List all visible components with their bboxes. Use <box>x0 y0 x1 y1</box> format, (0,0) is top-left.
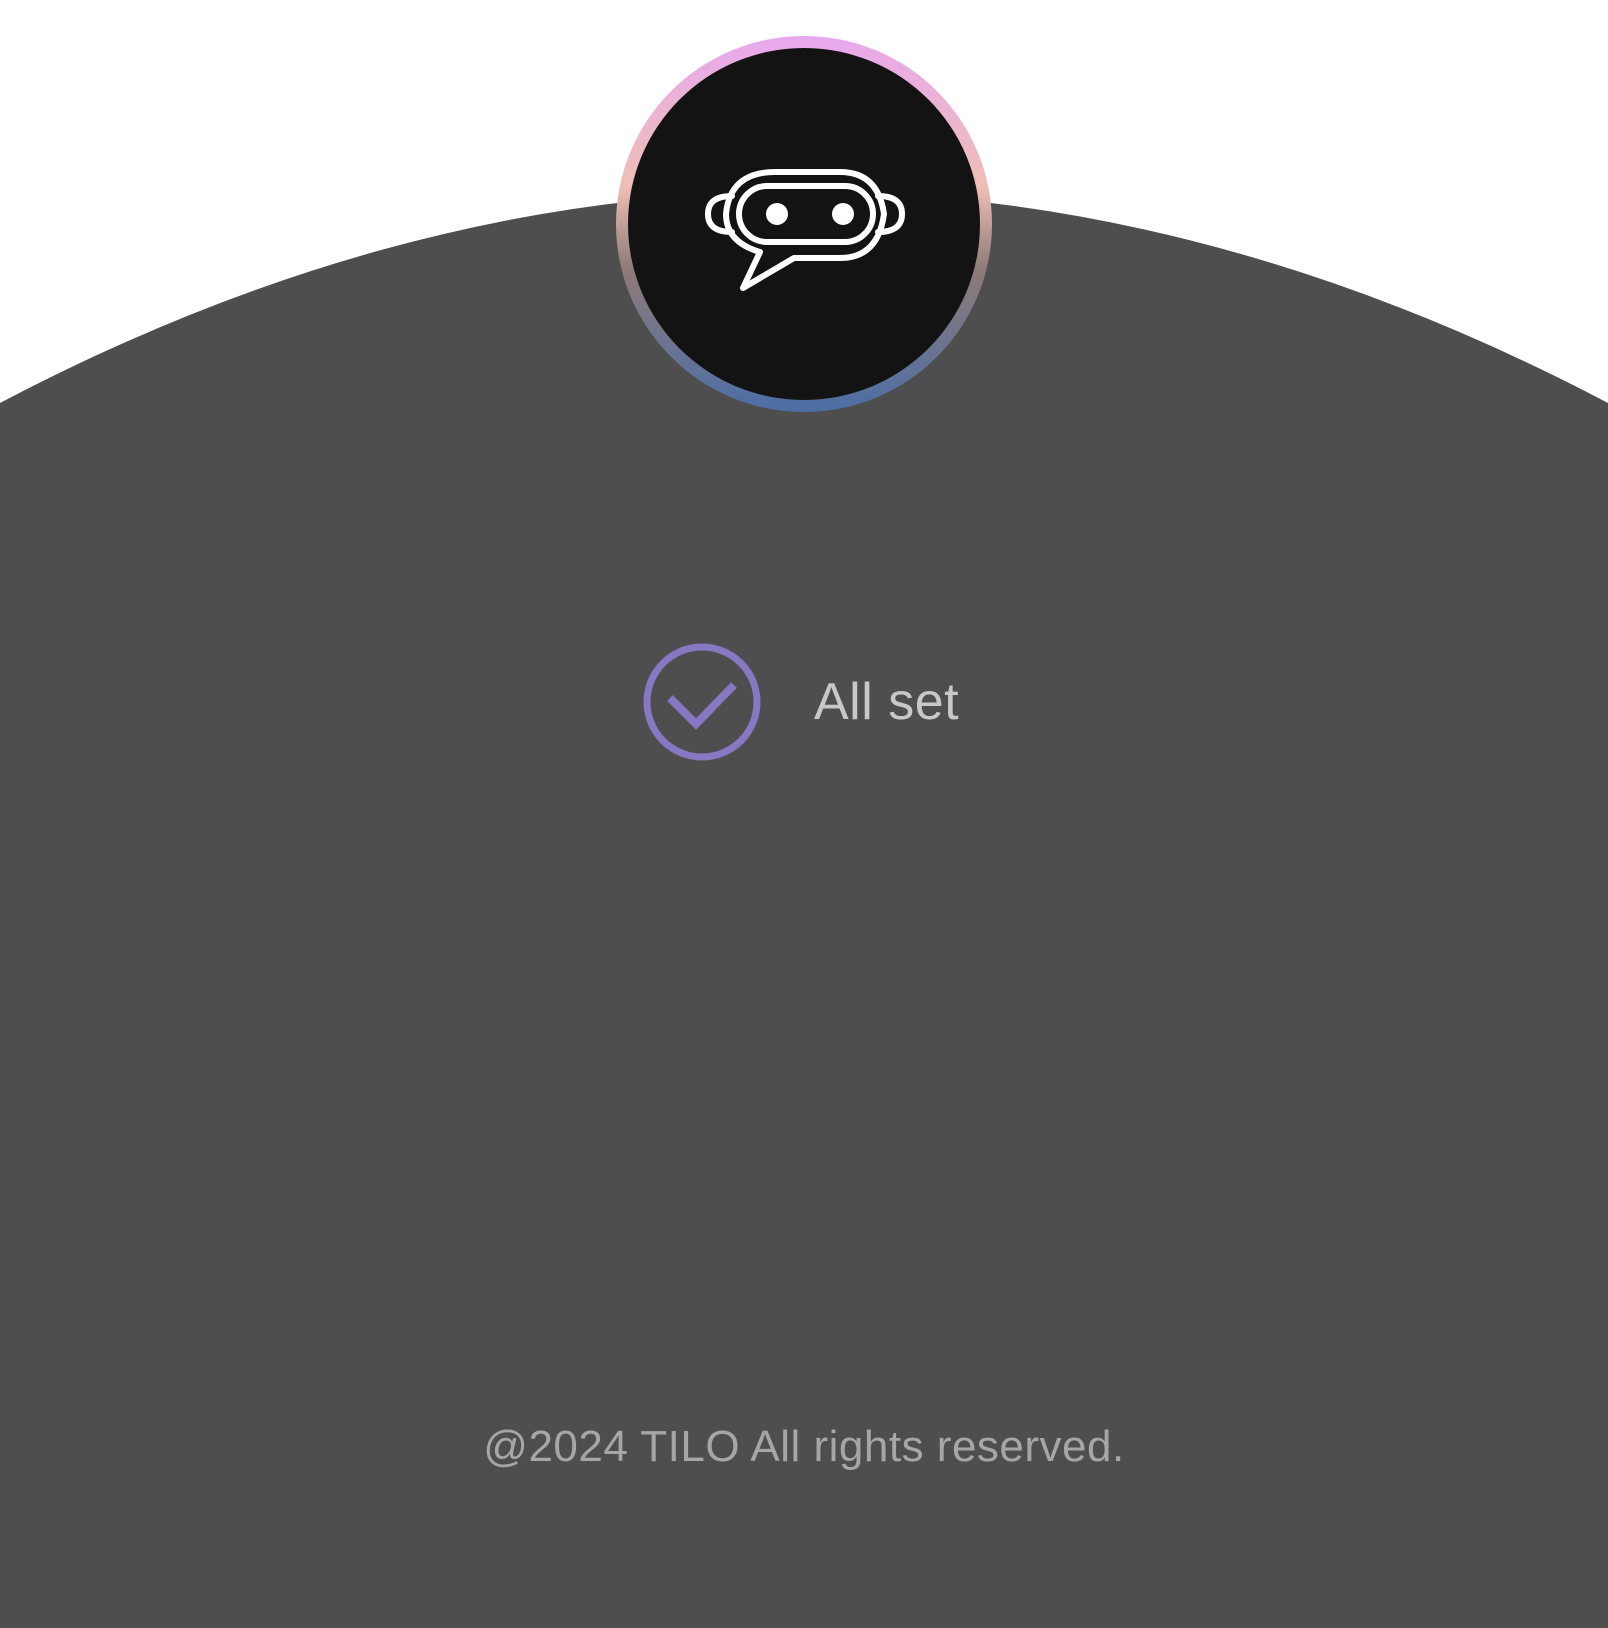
chat-robot-icon <box>705 169 905 291</box>
footer-copyright: @2024 TILO All rights reserved. <box>483 1422 1125 1471</box>
avatar-core <box>628 48 980 400</box>
success-screen: All set @2024 TILO All rights reserved. <box>0 0 1608 1628</box>
status-text: All set <box>814 673 960 731</box>
assistant-avatar <box>616 36 992 412</box>
check-circle-icon <box>643 643 761 761</box>
status-row: All set <box>640 640 959 764</box>
